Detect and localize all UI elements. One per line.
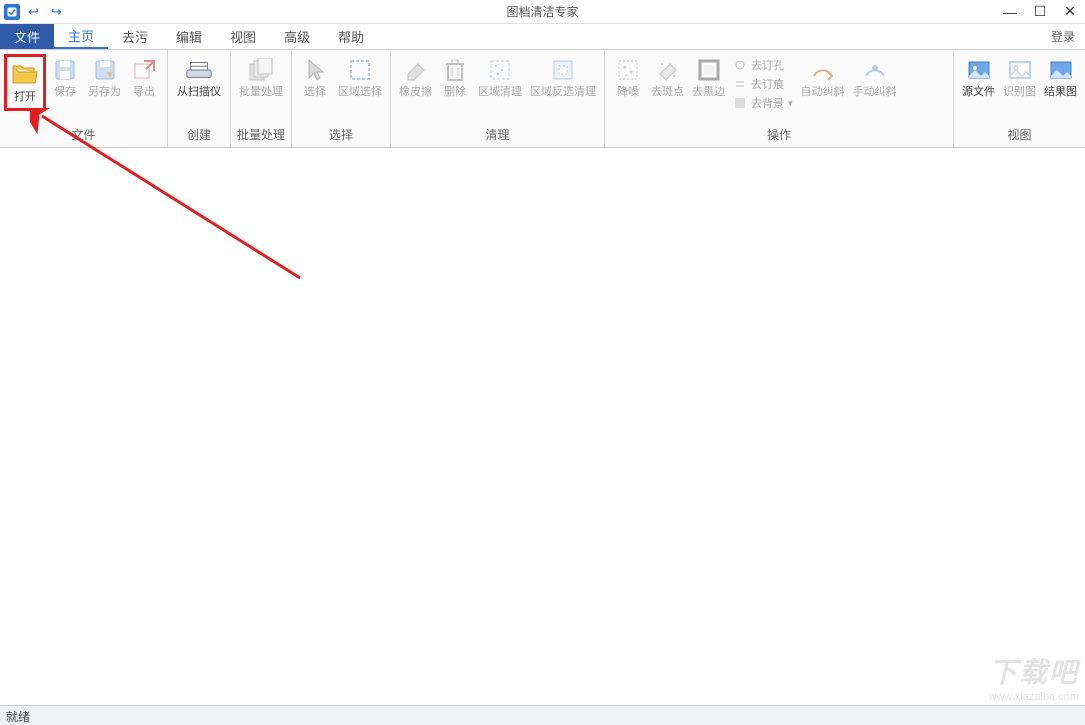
from-scanner-button[interactable]: 从扫描仪 [172,54,226,101]
close-button[interactable]: ✕ [1055,0,1085,24]
trash-icon [441,56,469,84]
remove-black-edge-button[interactable]: 去黑边 [688,54,729,101]
denoise-icon [614,56,642,84]
qat-undo-icon[interactable]: ↩ [24,4,43,20]
scanner-icon [185,56,213,84]
menu-edit[interactable]: 编辑 [162,24,216,49]
result-image-button[interactable]: 结果图 [1040,54,1081,101]
ribbon-group-create: 从扫描仪 创建 [168,50,231,147]
export-button[interactable]: 导出 [125,54,163,101]
image-outline-icon [1006,56,1034,84]
menu-advanced[interactable]: 高级 [270,24,324,49]
group-label-view: 视图 [954,124,1085,147]
export-icon [130,56,158,84]
maximize-button[interactable]: ☐ [1025,0,1055,24]
group-label-select: 选择 [292,124,390,147]
small-operations: 去订孔 去订痕 去背景 ▾ [729,54,797,112]
menu-file[interactable]: 文件 [0,24,54,49]
holes-icon [733,58,747,72]
menu-clean[interactable]: 去污 [108,24,162,49]
saveas-icon [91,56,119,84]
ribbon-group-operate: 降噪 去斑点 去黑边 去订孔 [605,50,954,147]
area-invert-clean-button[interactable]: 区域反选清理 [526,54,600,101]
workspace [0,148,1085,705]
menu-view[interactable]: 视图 [216,24,270,49]
ribbon-group-clean: 橡皮擦 删除 区域清理 区域反选清理 清理 [391,50,605,147]
pointer-icon [301,56,329,84]
save-icon [51,56,79,84]
ribbon: 打开 保存 另存为 导出 文件 [0,50,1085,148]
bg-icon [733,96,747,110]
status-text: 就绪 [6,710,30,724]
denoise-button[interactable]: 降噪 [609,54,647,101]
batch-button[interactable]: 批量处理 [235,54,287,101]
batch-icon [247,56,275,84]
source-image-button[interactable]: 源文件 [958,54,999,101]
menu-home[interactable]: 主页 [54,24,108,49]
black-edge-icon [695,56,723,84]
image-result-icon [1047,56,1075,84]
group-label-batch: 批量处理 [231,124,291,147]
remove-staples-button[interactable]: 去订痕 [729,75,797,93]
area-clean-icon [486,56,514,84]
eraser-icon [402,56,430,84]
area-clean-button[interactable]: 区域清理 [474,54,526,101]
folder-open-icon [11,61,39,89]
auto-deskew-button[interactable]: 自动纠斜 [797,54,849,101]
image-icon [965,56,993,84]
login-link[interactable]: 登录 [1041,24,1085,49]
save-button[interactable]: 保存 [46,54,84,101]
ribbon-group-view: 源文件 识别图 结果图 视图 [954,50,1085,147]
menu-help[interactable]: 帮助 [324,24,378,49]
app-icon [4,4,20,20]
despeckle-button[interactable]: 去斑点 [647,54,688,101]
saveas-button[interactable]: 另存为 [84,54,125,101]
delete-button[interactable]: 删除 [436,54,474,101]
titlebar: ↩ ↪ 图档清洁专家 — ☐ ✕ [0,0,1085,24]
menubar: 文件 主页 去污 编辑 视图 高级 帮助 登录 [0,24,1085,50]
ribbon-group-select: 选择 区域选择 选择 [292,50,391,147]
staples-icon [733,77,747,91]
window-title: 图档清洁专家 [506,3,578,20]
group-label-clean: 清理 [391,124,604,147]
remove-holes-button[interactable]: 去订孔 [729,56,797,74]
group-label-create: 创建 [168,124,230,147]
manual-deskew-button[interactable]: 手动纠斜 [849,54,901,101]
group-label-operate: 操作 [605,124,953,147]
select-button[interactable]: 选择 [296,54,334,101]
area-select-button[interactable]: 区域选择 [334,54,386,101]
eraser-button[interactable]: 橡皮擦 [395,54,436,101]
marquee-icon [346,56,374,84]
despeckle-icon [654,56,682,84]
group-label-file: 文件 [0,124,167,147]
ribbon-group-file: 打开 保存 另存为 导出 文件 [0,50,168,147]
manual-deskew-icon [861,56,889,84]
open-button[interactable]: 打开 [4,54,46,111]
recognized-image-button[interactable]: 识别图 [999,54,1040,101]
area-invert-icon [549,56,577,84]
minimize-button[interactable]: — [995,0,1025,24]
statusbar: 就绪 [0,705,1085,725]
qat-redo-icon[interactable]: ↪ [47,4,66,20]
remove-bg-button[interactable]: 去背景 ▾ [729,94,797,112]
auto-deskew-icon [809,56,837,84]
ribbon-group-batch: 批量处理 批量处理 [231,50,292,147]
